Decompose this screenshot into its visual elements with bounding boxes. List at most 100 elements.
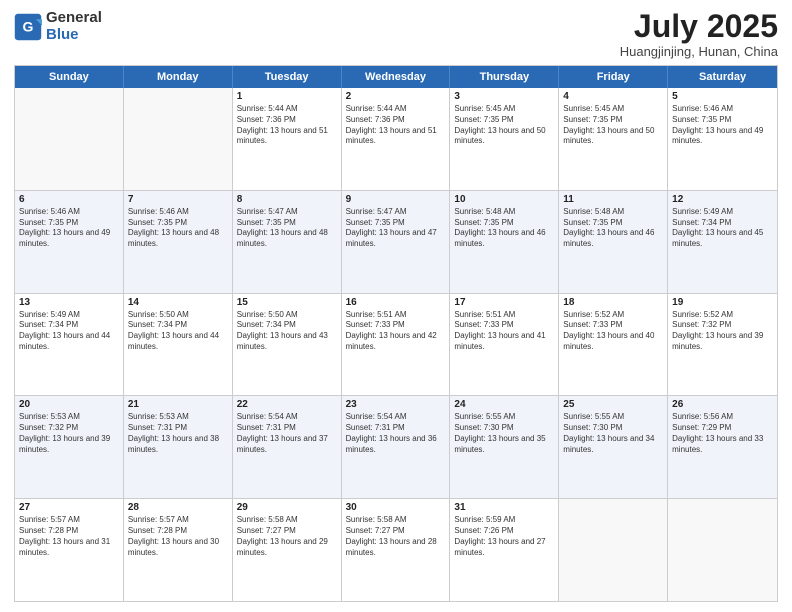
calendar-cell: 18Sunrise: 5:52 AMSunset: 7:33 PMDayligh… xyxy=(559,294,668,396)
cell-details: Sunrise: 5:48 AMSunset: 7:35 PMDaylight:… xyxy=(454,207,554,250)
day-header-monday: Monday xyxy=(124,66,233,88)
cell-details: Sunrise: 5:52 AMSunset: 7:33 PMDaylight:… xyxy=(563,310,663,353)
day-number: 29 xyxy=(237,502,337,513)
day-number: 7 xyxy=(128,194,228,205)
calendar-cell: 22Sunrise: 5:54 AMSunset: 7:31 PMDayligh… xyxy=(233,396,342,498)
calendar-cell xyxy=(15,88,124,190)
calendar-cell: 20Sunrise: 5:53 AMSunset: 7:32 PMDayligh… xyxy=(15,396,124,498)
day-number: 16 xyxy=(346,297,446,308)
day-number: 11 xyxy=(563,194,663,205)
cell-details: Sunrise: 5:58 AMSunset: 7:27 PMDaylight:… xyxy=(346,515,446,558)
calendar-cell: 17 Sunrise: 5:51 AMSunset: 7:33 PMDayligh… xyxy=(450,294,559,396)
calendar-cell xyxy=(668,499,777,601)
day-number: 14 xyxy=(128,297,228,308)
day-header-saturday: Saturday xyxy=(668,66,777,88)
day-number: 25 xyxy=(563,399,663,410)
calendar-cell: 27Sunrise: 5:57 AMSunset: 7:28 PMDayligh… xyxy=(15,499,124,601)
cell-details: Sunrise: 5:51 AMSunset: 7:33 PMDaylight:… xyxy=(454,310,554,353)
calendar-row-2: 13 Sunrise: 5:49 AMSunset: 7:34 PMDayligh… xyxy=(15,293,777,396)
day-number: 17 xyxy=(454,297,554,308)
calendar-cell: 12 Sunrise: 5:49 AMSunset: 7:34 PMDayligh… xyxy=(668,191,777,293)
calendar-cell: 1 Sunrise: 5:44 AMSunset: 7:36 PMDaylight… xyxy=(233,88,342,190)
calendar-cell: 11 Sunrise: 5:48 AMSunset: 7:35 PMDayligh… xyxy=(559,191,668,293)
cell-details: Sunrise: 5:55 AMSunset: 7:30 PMDaylight:… xyxy=(563,412,663,455)
day-number: 28 xyxy=(128,502,228,513)
calendar-cell: 21Sunrise: 5:53 AMSunset: 7:31 PMDayligh… xyxy=(124,396,233,498)
calendar-header: SundayMondayTuesdayWednesdayThursdayFrid… xyxy=(15,66,777,88)
day-number: 3 xyxy=(454,91,554,102)
calendar-cell: 24 Sunrise: 5:55 AMSunset: 7:30 PMDayligh… xyxy=(450,396,559,498)
calendar-cell: 15Sunrise: 5:50 AMSunset: 7:34 PMDayligh… xyxy=(233,294,342,396)
day-number: 19 xyxy=(672,297,773,308)
header: G General Blue July 2025 Huangjinjing, H… xyxy=(14,10,778,59)
calendar-cell: 7 Sunrise: 5:46 AMSunset: 7:35 PMDaylight… xyxy=(124,191,233,293)
calendar-cell: 10 Sunrise: 5:48 AMSunset: 7:35 PMDayligh… xyxy=(450,191,559,293)
cell-details: Sunrise: 5:50 AMSunset: 7:34 PMDaylight:… xyxy=(237,310,337,353)
calendar-cell: 14Sunrise: 5:50 AMSunset: 7:34 PMDayligh… xyxy=(124,294,233,396)
day-number: 9 xyxy=(346,194,446,205)
calendar-cell: 3Sunrise: 5:45 AMSunset: 7:35 PMDaylight… xyxy=(450,88,559,190)
calendar-cell xyxy=(559,499,668,601)
cell-details: Sunrise: 5:58 AMSunset: 7:27 PMDaylight:… xyxy=(237,515,337,558)
calendar-cell: 23 Sunrise: 5:54 AMSunset: 7:31 PMDayligh… xyxy=(342,396,451,498)
location: Huangjinjing, Hunan, China xyxy=(620,44,778,59)
day-number: 20 xyxy=(19,399,119,410)
cell-details: Sunrise: 5:52 AMSunset: 7:32 PMDaylight:… xyxy=(672,310,773,353)
calendar-cell: 4 Sunrise: 5:45 AMSunset: 7:35 PMDaylight… xyxy=(559,88,668,190)
calendar-cell: 2 Sunrise: 5:44 AMSunset: 7:36 PMDaylight… xyxy=(342,88,451,190)
calendar-cell: 8Sunrise: 5:47 AMSunset: 7:35 PMDaylight… xyxy=(233,191,342,293)
day-number: 2 xyxy=(346,91,446,102)
cell-details: Sunrise: 5:44 AMSunset: 7:36 PMDaylight:… xyxy=(237,104,337,147)
calendar-row-4: 27Sunrise: 5:57 AMSunset: 7:28 PMDayligh… xyxy=(15,498,777,601)
cell-details: Sunrise: 5:54 AMSunset: 7:31 PMDaylight:… xyxy=(237,412,337,455)
cell-details: Sunrise: 5:49 AMSunset: 7:34 PMDaylight:… xyxy=(672,207,773,250)
calendar: SundayMondayTuesdayWednesdayThursdayFrid… xyxy=(14,65,778,602)
day-number: 6 xyxy=(19,194,119,205)
day-number: 24 xyxy=(454,399,554,410)
day-number: 26 xyxy=(672,399,773,410)
logo-general: General xyxy=(46,9,102,26)
day-header-wednesday: Wednesday xyxy=(342,66,451,88)
cell-details: Sunrise: 5:54 AMSunset: 7:31 PMDaylight:… xyxy=(346,412,446,455)
cell-details: Sunrise: 5:46 AMSunset: 7:35 PMDaylight:… xyxy=(128,207,228,250)
calendar-cell xyxy=(124,88,233,190)
title-block: July 2025 Huangjinjing, Hunan, China xyxy=(620,10,778,59)
day-number: 5 xyxy=(672,91,773,102)
calendar-cell: 16 Sunrise: 5:51 AMSunset: 7:33 PMDayligh… xyxy=(342,294,451,396)
cell-details: Sunrise: 5:49 AMSunset: 7:34 PMDaylight:… xyxy=(19,310,119,353)
day-header-tuesday: Tuesday xyxy=(233,66,342,88)
logo-icon: G xyxy=(14,13,42,41)
calendar-cell: 9 Sunrise: 5:47 AMSunset: 7:35 PMDaylight… xyxy=(342,191,451,293)
cell-details: Sunrise: 5:51 AMSunset: 7:33 PMDaylight:… xyxy=(346,310,446,353)
day-number: 13 xyxy=(19,297,119,308)
calendar-cell: 31Sunrise: 5:59 AMSunset: 7:26 PMDayligh… xyxy=(450,499,559,601)
day-number: 12 xyxy=(672,194,773,205)
cell-details: Sunrise: 5:48 AMSunset: 7:35 PMDaylight:… xyxy=(563,207,663,250)
day-number: 10 xyxy=(454,194,554,205)
page: G General Blue July 2025 Huangjinjing, H… xyxy=(0,0,792,612)
day-number: 30 xyxy=(346,502,446,513)
cell-details: Sunrise: 5:55 AMSunset: 7:30 PMDaylight:… xyxy=(454,412,554,455)
calendar-cell: 25 Sunrise: 5:55 AMSunset: 7:30 PMDayligh… xyxy=(559,396,668,498)
cell-details: Sunrise: 5:44 AMSunset: 7:36 PMDaylight:… xyxy=(346,104,446,147)
calendar-row-3: 20Sunrise: 5:53 AMSunset: 7:32 PMDayligh… xyxy=(15,395,777,498)
calendar-cell: 19 Sunrise: 5:52 AMSunset: 7:32 PMDayligh… xyxy=(668,294,777,396)
logo-text: General Blue xyxy=(46,10,102,43)
day-header-friday: Friday xyxy=(559,66,668,88)
logo: G General Blue xyxy=(14,10,102,43)
day-number: 1 xyxy=(237,91,337,102)
month-year: July 2025 xyxy=(620,10,778,42)
cell-details: Sunrise: 5:56 AMSunset: 7:29 PMDaylight:… xyxy=(672,412,773,455)
cell-details: Sunrise: 5:53 AMSunset: 7:31 PMDaylight:… xyxy=(128,412,228,455)
cell-details: Sunrise: 5:57 AMSunset: 7:28 PMDaylight:… xyxy=(19,515,119,558)
logo-blue: Blue xyxy=(46,26,79,43)
day-number: 8 xyxy=(237,194,337,205)
cell-details: Sunrise: 5:45 AMSunset: 7:35 PMDaylight:… xyxy=(563,104,663,147)
day-number: 23 xyxy=(346,399,446,410)
day-header-thursday: Thursday xyxy=(450,66,559,88)
calendar-row-1: 6 Sunrise: 5:46 AMSunset: 7:35 PMDaylight… xyxy=(15,190,777,293)
day-number: 4 xyxy=(563,91,663,102)
calendar-cell: 29 Sunrise: 5:58 AMSunset: 7:27 PMDayligh… xyxy=(233,499,342,601)
cell-details: Sunrise: 5:47 AMSunset: 7:35 PMDaylight:… xyxy=(346,207,446,250)
cell-details: Sunrise: 5:46 AMSunset: 7:35 PMDaylight:… xyxy=(672,104,773,147)
